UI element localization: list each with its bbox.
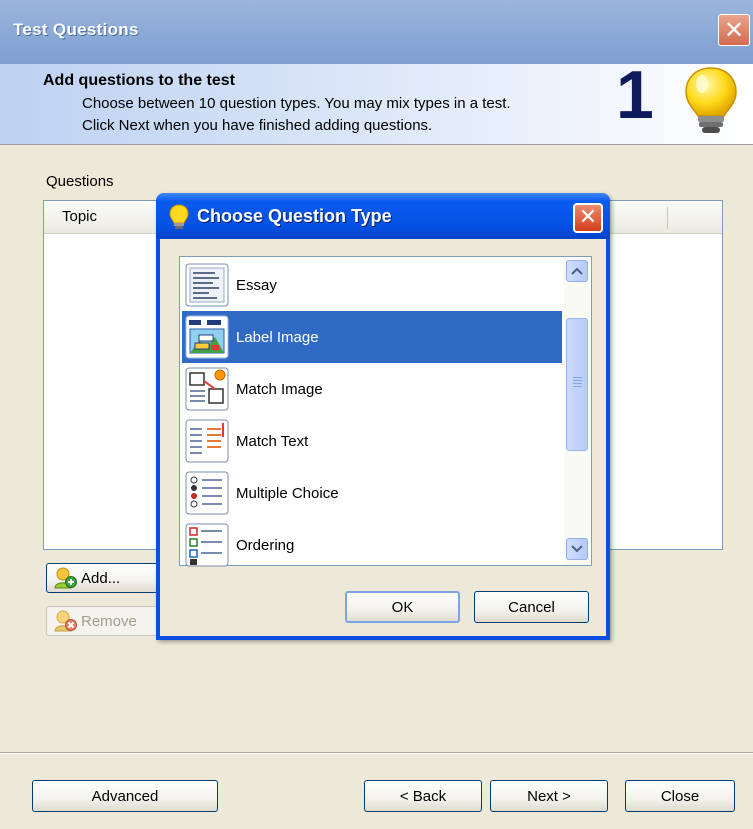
multiple-choice-icon xyxy=(185,471,229,515)
lightbulb-icon xyxy=(685,67,737,133)
header-description-line-2: Click Next when you have finished adding… xyxy=(82,117,433,134)
label-image-icon xyxy=(185,315,229,359)
window-title: Test Questions xyxy=(13,20,139,39)
remove-user-icon xyxy=(54,610,77,632)
question-type-ordering[interactable]: Ordering xyxy=(182,519,562,571)
window-close-button[interactable]: ✕ xyxy=(718,14,750,46)
header-description-line-1: Choose between 10 question types. You ma… xyxy=(82,95,511,112)
advanced-button[interactable]: Advanced xyxy=(32,780,218,812)
add-question-button[interactable]: Add... xyxy=(46,563,158,593)
chevron-down-icon xyxy=(571,545,583,553)
question-type-label-image[interactable]: Label Image xyxy=(182,311,562,363)
question-type-label: Multiple Choice xyxy=(236,484,339,502)
add-user-icon xyxy=(54,567,77,589)
remove-button-label: Remove xyxy=(81,612,137,630)
question-type-multiple-choice[interactable]: Multiple Choice xyxy=(182,467,562,519)
header-title: Add questions to the test xyxy=(43,72,235,89)
question-type-label: Label Image xyxy=(236,328,319,346)
questions-label: Questions xyxy=(46,173,114,190)
question-type-label: Match Image xyxy=(236,380,323,398)
chevron-up-icon xyxy=(571,267,583,275)
back-button[interactable]: < Back xyxy=(364,780,482,812)
scrollbar-grip xyxy=(573,377,582,389)
match-image-icon xyxy=(185,367,229,411)
next-button[interactable]: Next > xyxy=(490,780,608,812)
question-type-label: Ordering xyxy=(236,536,295,554)
ordering-icon xyxy=(185,523,229,567)
question-type-label: Match Text xyxy=(236,432,309,450)
question-type-essay[interactable]: Essay xyxy=(182,259,562,311)
scroll-up-button[interactable] xyxy=(566,260,588,282)
step-number: 1 xyxy=(616,57,654,133)
footer-divider xyxy=(0,752,753,754)
lightbulb-icon xyxy=(169,204,189,229)
column-header-topic[interactable]: Topic xyxy=(62,208,97,225)
match-text-icon xyxy=(185,419,229,463)
add-button-label: Add... xyxy=(81,569,121,587)
column-divider[interactable] xyxy=(667,207,668,229)
remove-question-button[interactable]: Remove xyxy=(46,606,158,636)
question-type-match-text[interactable]: Match Text xyxy=(182,415,562,467)
essay-icon xyxy=(185,263,229,307)
close-button[interactable]: Close xyxy=(625,780,735,812)
dialog-close-button[interactable]: ✕ xyxy=(573,203,603,233)
scroll-down-button[interactable] xyxy=(566,538,588,560)
cancel-button[interactable]: Cancel xyxy=(474,591,589,623)
ok-button[interactable]: OK xyxy=(345,591,460,623)
dialog-title: Choose Question Type xyxy=(197,206,392,226)
question-type-label: Essay xyxy=(236,276,277,294)
question-type-match-image[interactable]: Match Image xyxy=(182,363,562,415)
